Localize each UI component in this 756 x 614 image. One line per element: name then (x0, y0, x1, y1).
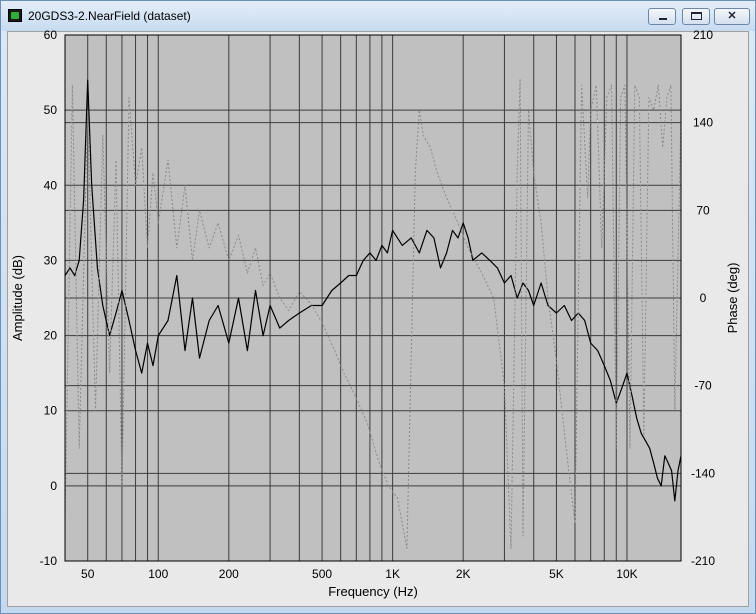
minimize-button[interactable] (648, 8, 676, 25)
x-axis-label: Frequency (Hz) (328, 584, 418, 599)
y2-axis-label: Phase (deg) (725, 263, 740, 334)
y2-tick-label: -70 (694, 379, 712, 393)
x-tick-label: 500 (312, 567, 332, 581)
y-axis-label: Amplitude (dB) (10, 255, 25, 341)
y2-axis-ticks: 210 140 70 0 -70 -140 -210 (691, 30, 715, 568)
y2-tick-label: -140 (691, 466, 715, 480)
y-tick-label: -10 (40, 554, 58, 568)
x-tick-label: 10K (616, 567, 637, 581)
maximize-button[interactable] (682, 8, 710, 25)
x-tick-label: 5K (549, 567, 564, 581)
close-button[interactable]: ✕ (714, 8, 750, 25)
x-tick-label: 50 (81, 567, 95, 581)
y-tick-label: 50 (44, 103, 58, 117)
y2-tick-label: 140 (693, 116, 713, 130)
y2-tick-label: 0 (700, 291, 707, 305)
x-tick-label: 100 (148, 567, 168, 581)
maximize-icon (691, 12, 702, 20)
frequency-response-chart: 50 100 200 500 1K 2K 5K 10K 6050403020100-10 21… (10, 30, 740, 599)
app-icon[interactable] (8, 9, 22, 22)
close-icon: ✕ (727, 10, 737, 22)
y2-tick-label: -210 (691, 554, 715, 568)
y-tick-label: 40 (44, 178, 58, 192)
minimize-icon (659, 18, 667, 20)
y-tick-label: 30 (44, 253, 58, 267)
x-tick-label: 1K (385, 567, 400, 581)
y-tick-label: 60 (44, 30, 58, 42)
title-bar[interactable]: 20GDS3-2.NearField (dataset) ✕ (1, 1, 755, 31)
y-axis-ticks: 60 50 40 30 20 10 0 -10 (40, 30, 58, 568)
y2-tick-label: 70 (696, 203, 710, 217)
y-tick-label: 0 (50, 479, 57, 493)
x-tick-label: 2K (456, 567, 471, 581)
window-title: 20GDS3-2.NearField (dataset) (28, 9, 191, 23)
x-tick-label: 200 (219, 567, 239, 581)
y-tick-label: 10 (44, 404, 58, 418)
y-tick-label: 20 (44, 329, 58, 343)
x-axis-ticks: 50 100 200 500 1K 2K 5K 10K (81, 567, 638, 581)
y2-tick-label: 210 (693, 30, 713, 42)
